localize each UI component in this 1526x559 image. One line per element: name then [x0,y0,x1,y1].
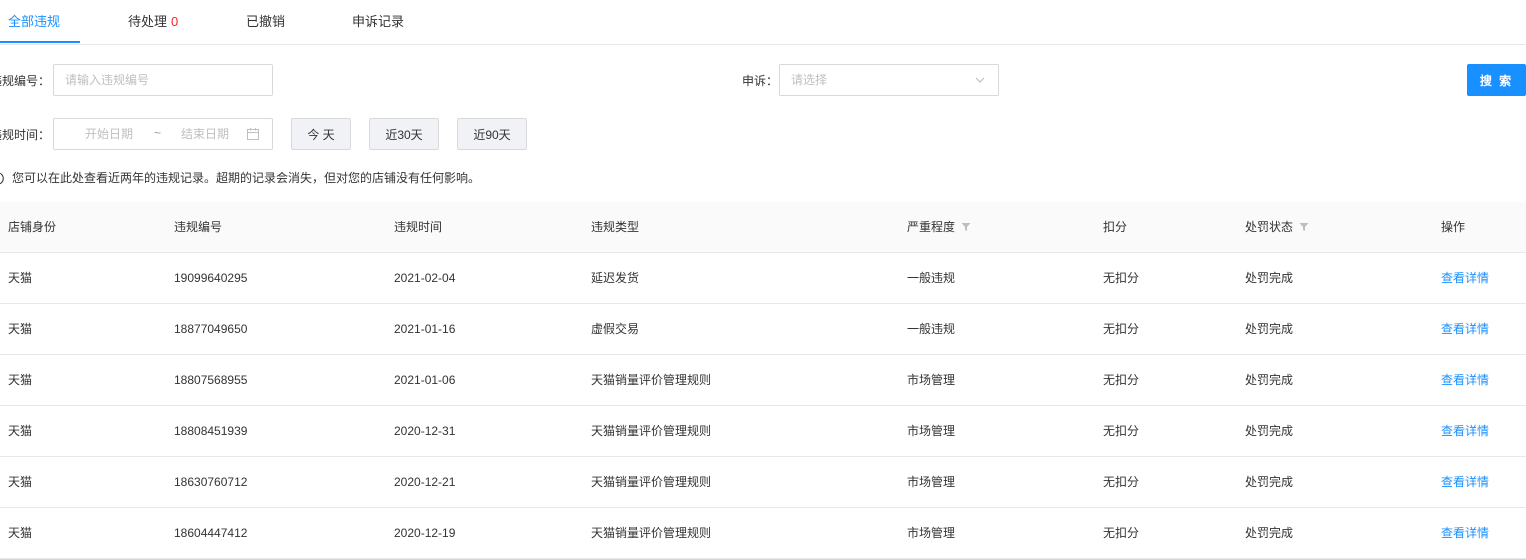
cell-severity: 市场管理 [907,424,956,438]
tab-revoked[interactable]: 已撤销 [246,0,285,43]
cell-violation-type: 虚假交易 [591,322,640,336]
cell-violation-type: 天猫销量评价管理规则 [591,424,712,438]
violation-id-input[interactable] [53,64,273,96]
quick-range-90-days-button[interactable]: 近90天 [457,118,527,150]
cell-violation-type: 天猫销量评价管理规则 [591,526,712,540]
cell-penalty-status: 处罚完成 [1245,373,1294,387]
cell-penalty-status: 处罚完成 [1245,271,1294,285]
cell-violation-id: 18630760712 [174,475,248,489]
view-details-link[interactable]: 查看详情 [1441,355,1489,405]
quick-range-today-button[interactable]: 今 天 [291,118,351,150]
chevron-down-icon [975,77,985,83]
table-row: 天猫 19099640295 2021-02-04 延迟发货 一般违规 无扣分 … [0,253,1526,304]
violation-time-label: 违规时间： [0,128,51,142]
cell-severity: 一般违规 [907,322,956,336]
cell-violation-time: 2021-01-16 [394,322,456,336]
cell-violation-id: 19099640295 [174,271,248,285]
column-header-shop: 店铺身份 [8,220,57,234]
cell-penalty-status: 处罚完成 [1245,424,1294,438]
tab-label: 已撤销 [246,14,286,29]
cell-penalty-status: 处罚完成 [1245,526,1294,540]
column-header-label: 处罚状态 [1245,220,1294,234]
active-tab-indicator [0,41,80,43]
tab-appeal-records[interactable]: 申诉记录 [352,0,404,43]
view-details-link[interactable]: 查看详情 [1441,253,1489,303]
table-row: 天猫 18630760712 2020-12-21 天猫销量评价管理规则 市场管… [0,457,1526,508]
violation-tabs: 全部违规 待处理 0 已撤销 申诉记录 [0,0,1526,45]
tab-label: 全部违规 [8,14,61,29]
column-header-violation-time: 违规时间 [394,220,443,234]
cell-shop: 天猫 [8,424,33,438]
table-row: 天猫 18808451939 2020-12-31 天猫销量评价管理规则 市场管… [0,406,1526,457]
cell-points: 无扣分 [1103,373,1140,387]
column-header-violation-type: 违规类型 [591,220,640,234]
table-row: 天猫 18807568955 2021-01-06 天猫销量评价管理规则 市场管… [0,355,1526,406]
cell-violation-type: 天猫销量评价管理规则 [591,475,712,489]
column-header-violation-id: 违规编号 [174,220,223,234]
cell-points: 无扣分 [1103,271,1140,285]
pending-count-badge: 0 [171,14,179,29]
appeal-select-placeholder: 请选择 [791,73,828,87]
quick-range-30-days-button[interactable]: 近30天 [369,118,439,150]
notice-text: 您可以在此处查看近两年的违规记录。超期的记录会消失，但对您的店铺没有任何影响。 [12,171,481,185]
appeal-select[interactable]: 请选择 [779,64,999,96]
end-date-input[interactable]: 结束日期 [181,119,229,149]
view-details-link[interactable]: 查看详情 [1441,508,1489,558]
cell-violation-id: 18808451939 [174,424,248,438]
cell-violation-id: 18604447412 [174,526,248,540]
violations-table: 店铺身份 违规编号 违规时间 违规类型 严重程度 扣分 处罚状态 操作 天猫 1… [0,202,1526,559]
date-range-picker[interactable]: 开始日期 ~ 结束日期 [53,118,273,150]
calendar-icon [247,128,259,140]
table-row: 天猫 18877049650 2021-01-16 虚假交易 一般违规 无扣分 … [0,304,1526,355]
cell-violation-time: 2020-12-19 [394,526,456,540]
cell-violation-type: 延迟发货 [591,271,640,285]
cell-violation-id: 18877049650 [174,322,248,336]
table-header: 店铺身份 违规编号 违规时间 违规类型 严重程度 扣分 处罚状态 操作 [0,202,1526,253]
cell-violation-time: 2020-12-21 [394,475,456,489]
start-date-input[interactable]: 开始日期 [85,119,133,149]
tab-all-violations[interactable]: 全部违规 [8,0,60,43]
cell-shop: 天猫 [8,526,33,540]
search-button[interactable]: 搜 索 [1467,64,1526,96]
cell-shop: 天猫 [8,322,33,336]
cell-points: 无扣分 [1103,475,1140,489]
info-circle-icon [0,172,4,185]
view-details-link[interactable]: 查看详情 [1441,457,1489,507]
cell-shop: 天猫 [8,373,33,387]
column-header-severity: 严重程度 [907,202,971,252]
cell-severity: 一般违规 [907,271,956,285]
cell-penalty-status: 处罚完成 [1245,475,1294,489]
table-row: 天猫 18604447412 2020-12-19 天猫销量评价管理规则 市场管… [0,508,1526,559]
cell-points: 无扣分 [1103,322,1140,336]
filter-icon[interactable] [961,222,971,232]
cell-points: 无扣分 [1103,424,1140,438]
cell-violation-type: 天猫销量评价管理规则 [591,373,712,387]
cell-shop: 天猫 [8,271,33,285]
column-header-penalty-status: 处罚状态 [1245,202,1309,252]
cell-severity: 市场管理 [907,475,956,489]
column-header-action: 操作 [1441,220,1466,234]
cell-shop: 天猫 [8,475,33,489]
cell-violation-time: 2021-02-04 [394,271,456,285]
cell-violation-time: 2020-12-31 [394,424,456,438]
violation-id-label: 违规编号： [0,74,51,88]
cell-violation-id: 18807568955 [174,373,248,387]
filter-icon[interactable] [1299,222,1309,232]
cell-points: 无扣分 [1103,526,1140,540]
range-separator: ~ [154,126,162,140]
view-details-link[interactable]: 查看详情 [1441,304,1489,354]
tab-pending[interactable]: 待处理 0 [128,0,178,43]
view-details-link[interactable]: 查看详情 [1441,406,1489,456]
appeal-label: 申诉： [742,74,779,88]
cell-severity: 市场管理 [907,526,956,540]
column-header-label: 严重程度 [907,220,956,234]
column-header-points: 扣分 [1103,220,1128,234]
tab-label: 待处理 [128,14,168,29]
cell-violation-time: 2021-01-06 [394,373,456,387]
tab-label: 申诉记录 [352,14,405,29]
cell-severity: 市场管理 [907,373,956,387]
cell-penalty-status: 处罚完成 [1245,322,1294,336]
